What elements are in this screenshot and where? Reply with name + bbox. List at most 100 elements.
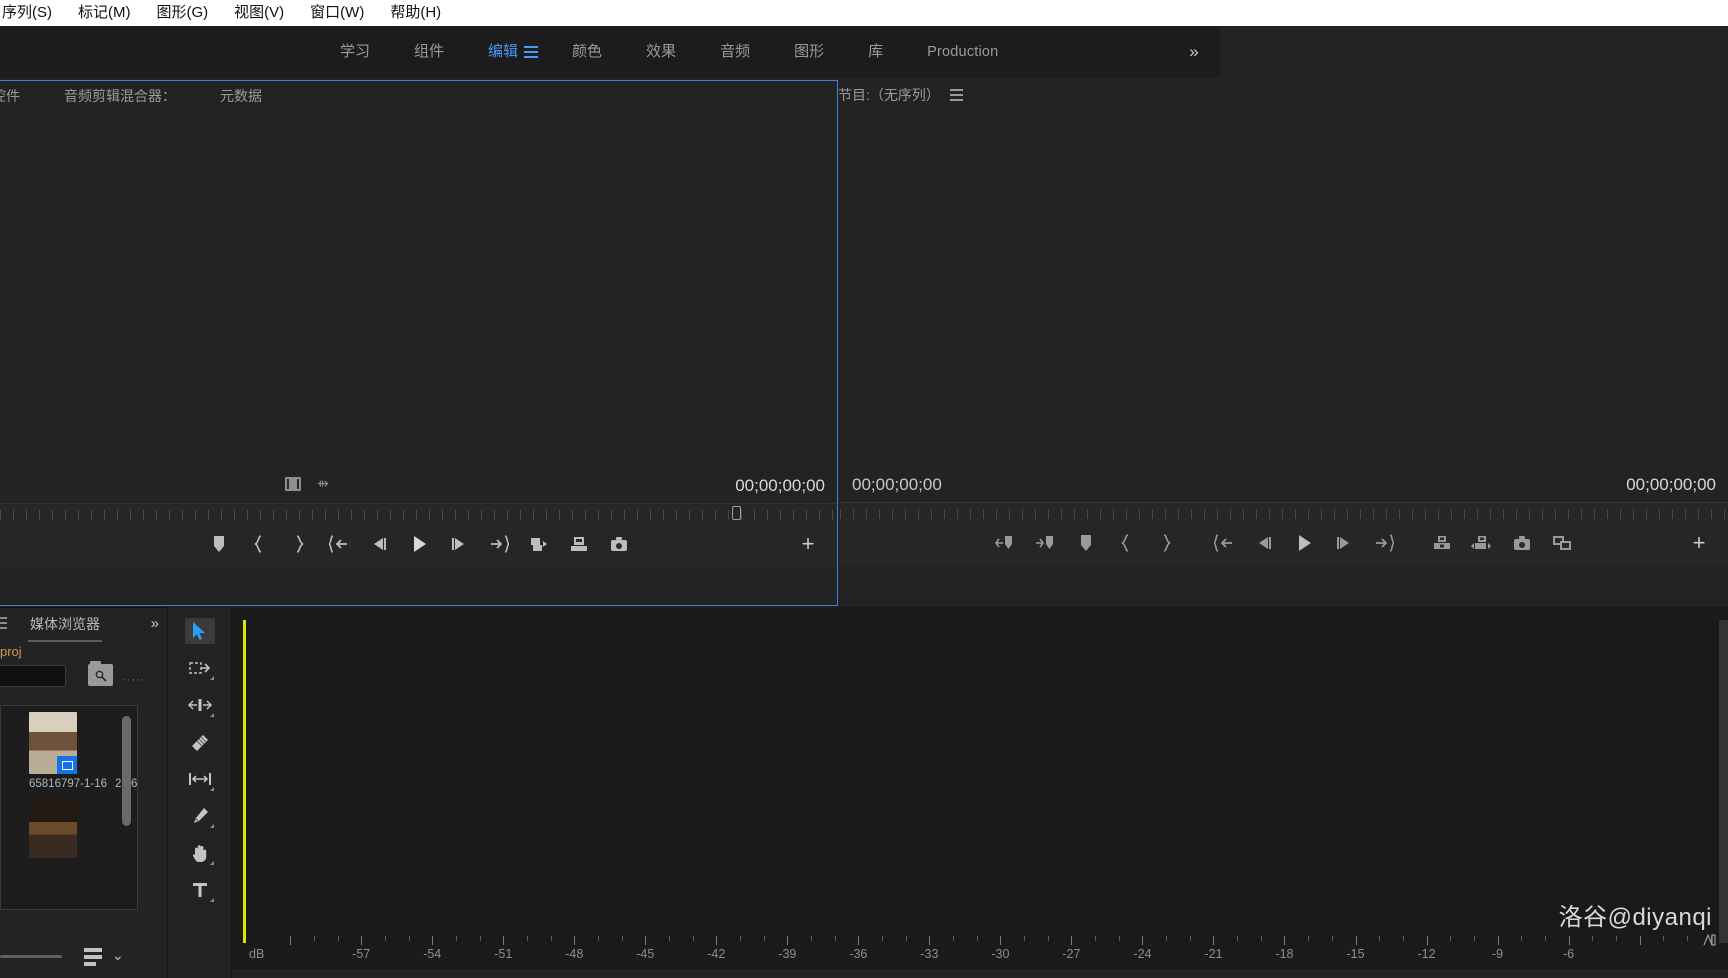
workspace-overflow-icon[interactable]: » <box>1168 26 1220 78</box>
selection-tool[interactable] <box>184 618 215 644</box>
meter-tick <box>1308 936 1310 941</box>
tab-learning[interactable]: 学习 <box>318 26 392 78</box>
clip-thumbnail[interactable] <box>29 796 77 858</box>
scrubber-handle[interactable] <box>732 506 741 520</box>
tab-effects[interactable]: 效果 <box>624 26 698 78</box>
export-frame-button[interactable] <box>1502 520 1542 566</box>
play-button[interactable] <box>1284 520 1324 566</box>
source-monitor-scrubber[interactable] <box>0 503 837 521</box>
source-monitor-canvas[interactable] <box>0 111 837 469</box>
list-item[interactable]: 65816797-1-16 2;46;21 <box>1 706 137 790</box>
insert-button[interactable] <box>519 521 559 567</box>
step-forward-button[interactable] <box>1324 520 1364 566</box>
mark-out-button[interactable] <box>279 521 319 567</box>
meter-tick <box>1450 936 1452 941</box>
add-marker-button[interactable] <box>199 521 239 567</box>
ripple-edit-tool[interactable] <box>185 692 215 718</box>
meter-tick-label: -36 <box>849 947 868 961</box>
meter-tick-label: -42 <box>707 947 726 961</box>
tab-program-monitor[interactable]: 节目:（无序列） <box>838 80 940 110</box>
track-select-forward-tool[interactable] <box>185 655 215 681</box>
lift-button[interactable] <box>1422 520 1462 566</box>
add-marker-button[interactable] <box>1066 520 1106 566</box>
search-input[interactable] <box>0 665 66 687</box>
go-to-in-button[interactable] <box>1204 520 1244 566</box>
menu-marker[interactable]: 标记(M) <box>65 0 144 26</box>
tab-assembly[interactable]: 组件 <box>392 26 466 78</box>
source-monitor-panel: 果控件 音频剪辑混合器： 元数据 ⇻ 00;00;00;00 <box>0 80 838 606</box>
chevron-down-icon[interactable]: ⌄ <box>112 947 124 964</box>
go-to-out-button[interactable] <box>479 521 519 567</box>
go-to-in-button[interactable] <box>319 521 359 567</box>
mark-in-button[interactable] <box>1106 520 1146 566</box>
program-monitor-canvas[interactable] <box>840 110 1728 468</box>
clip-thumbnail[interactable] <box>29 712 77 774</box>
thumbnail-zoom-slider[interactable] <box>0 955 62 958</box>
meter-tick <box>1473 936 1475 941</box>
project-list-scrollbar[interactable] <box>122 716 131 826</box>
go-to-next-marker-button[interactable] <box>1026 520 1066 566</box>
menu-view[interactable]: 视图(V) <box>221 0 297 26</box>
play-button[interactable] <box>399 521 439 567</box>
timeline-vertical-scrollbar[interactable] <box>1719 620 1728 943</box>
tab-effect-controls[interactable]: 果控件 <box>0 81 42 111</box>
program-monitor-duration-timecode[interactable]: 00;00;00;00 <box>1626 468 1716 502</box>
source-monitor-timecode[interactable]: 00;00;00;00 <box>735 469 825 503</box>
comparison-view-button[interactable] <box>1542 520 1582 566</box>
program-monitor-menu-icon[interactable] <box>949 89 963 101</box>
program-monitor-playhead-timecode[interactable]: 00;00;00;00 <box>852 468 942 502</box>
step-forward-button[interactable] <box>439 521 479 567</box>
type-tool[interactable] <box>185 877 215 903</box>
playback-resolution-icon[interactable]: ⇻ <box>317 475 329 492</box>
tab-media-browser[interactable]: 媒体浏览器 <box>28 608 102 642</box>
find-folder-icon[interactable] <box>88 661 113 686</box>
overwrite-button[interactable] <box>559 521 599 567</box>
meter-tick <box>976 936 978 941</box>
film-icon[interactable] <box>285 476 301 491</box>
hand-tool[interactable] <box>185 840 215 866</box>
slip-tool[interactable] <box>185 766 215 792</box>
source-monitor-add-button[interactable]: + <box>793 521 823 567</box>
tab-editing[interactable]: 编辑 <box>466 26 524 78</box>
source-monitor-view-controls: ⇻ <box>285 475 329 492</box>
meter-tick <box>1402 936 1404 941</box>
extract-button[interactable] <box>1462 520 1502 566</box>
tab-audio[interactable]: 音频 <box>698 26 772 78</box>
menu-window[interactable]: 窗口(W) <box>297 0 377 26</box>
project-item-list[interactable]: 65816797-1-16 2;46;21 <box>0 705 138 910</box>
menu-graphics[interactable]: 图形(G) <box>144 0 222 26</box>
pen-tool[interactable] <box>185 803 215 829</box>
razor-tool[interactable] <box>185 729 215 755</box>
menu-help[interactable]: 帮助(H) <box>377 0 454 26</box>
list-view-icon[interactable] <box>84 948 102 966</box>
tab-graphics[interactable]: 图形 <box>772 26 846 78</box>
meter-tick-label: -6 <box>1563 947 1575 961</box>
step-back-button[interactable] <box>1244 520 1284 566</box>
program-monitor-scrubber[interactable] <box>840 502 1728 520</box>
step-back-button[interactable] <box>359 521 399 567</box>
meter-tick-label: -33 <box>920 947 939 961</box>
workspace-menu-icon[interactable] <box>524 26 540 78</box>
audio-meter-canvas[interactable] <box>243 620 1718 943</box>
tab-color[interactable]: 颜色 <box>550 26 624 78</box>
menu-sequence[interactable]: 序列(S) <box>0 0 65 26</box>
tool-expand-corner <box>209 787 214 791</box>
go-to-out-button[interactable] <box>1364 520 1404 566</box>
export-frame-button[interactable] <box>599 521 639 567</box>
tool-expand-corner <box>209 676 214 680</box>
meter-tick-marks <box>243 936 1718 945</box>
go-to-prev-marker-button[interactable] <box>986 520 1026 566</box>
mark-in-button[interactable] <box>239 521 279 567</box>
tab-audio-clip-mixer[interactable]: 音频剪辑混合器： <box>42 81 198 111</box>
meter-tick <box>1237 936 1239 941</box>
tab-production[interactable]: Production <box>905 26 1020 78</box>
project-panel-menu-icon[interactable] <box>0 617 7 629</box>
mark-out-button[interactable] <box>1146 520 1186 566</box>
tab-metadata[interactable]: 元数据 <box>198 81 284 111</box>
meter-tick-label: -24 <box>1133 947 1152 961</box>
program-monitor-add-button[interactable]: + <box>1684 520 1714 566</box>
project-panel-overflow-icon[interactable]: » <box>151 608 159 640</box>
meter-tick-label: -39 <box>778 947 797 961</box>
tab-libraries[interactable]: 库 <box>846 26 905 78</box>
list-item[interactable] <box>1 790 137 858</box>
